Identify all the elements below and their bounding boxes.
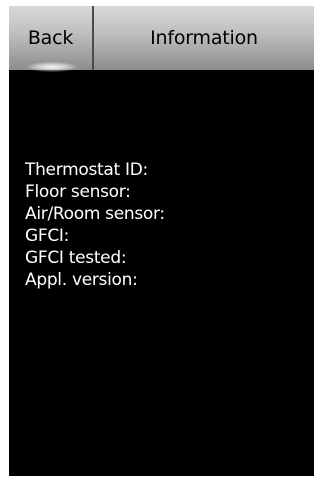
info-gfci-label: GFCI: — [25, 226, 70, 246]
back-button-highlight — [27, 62, 77, 72]
info-air-room-sensor-label: Air/Room sensor: — [25, 204, 165, 224]
back-button-label: Back — [27, 27, 74, 49]
info-gfci-tested-label: GFCI tested: — [25, 248, 127, 268]
info-thermostat-id-label: Thermostat ID: — [25, 160, 148, 180]
info-list: Thermostat ID: Floor sensor: Air/Room se… — [25, 159, 165, 291]
info-appl-version-label: Appl. version: — [25, 270, 138, 290]
info-floor-sensor-label: Floor sensor: — [25, 182, 131, 202]
header-bar: Back Information — [9, 6, 314, 72]
page-title: Information — [150, 27, 258, 49]
back-button[interactable]: Back — [9, 6, 94, 72]
information-screen: Back Information Thermostat ID: Floor se… — [9, 6, 314, 476]
